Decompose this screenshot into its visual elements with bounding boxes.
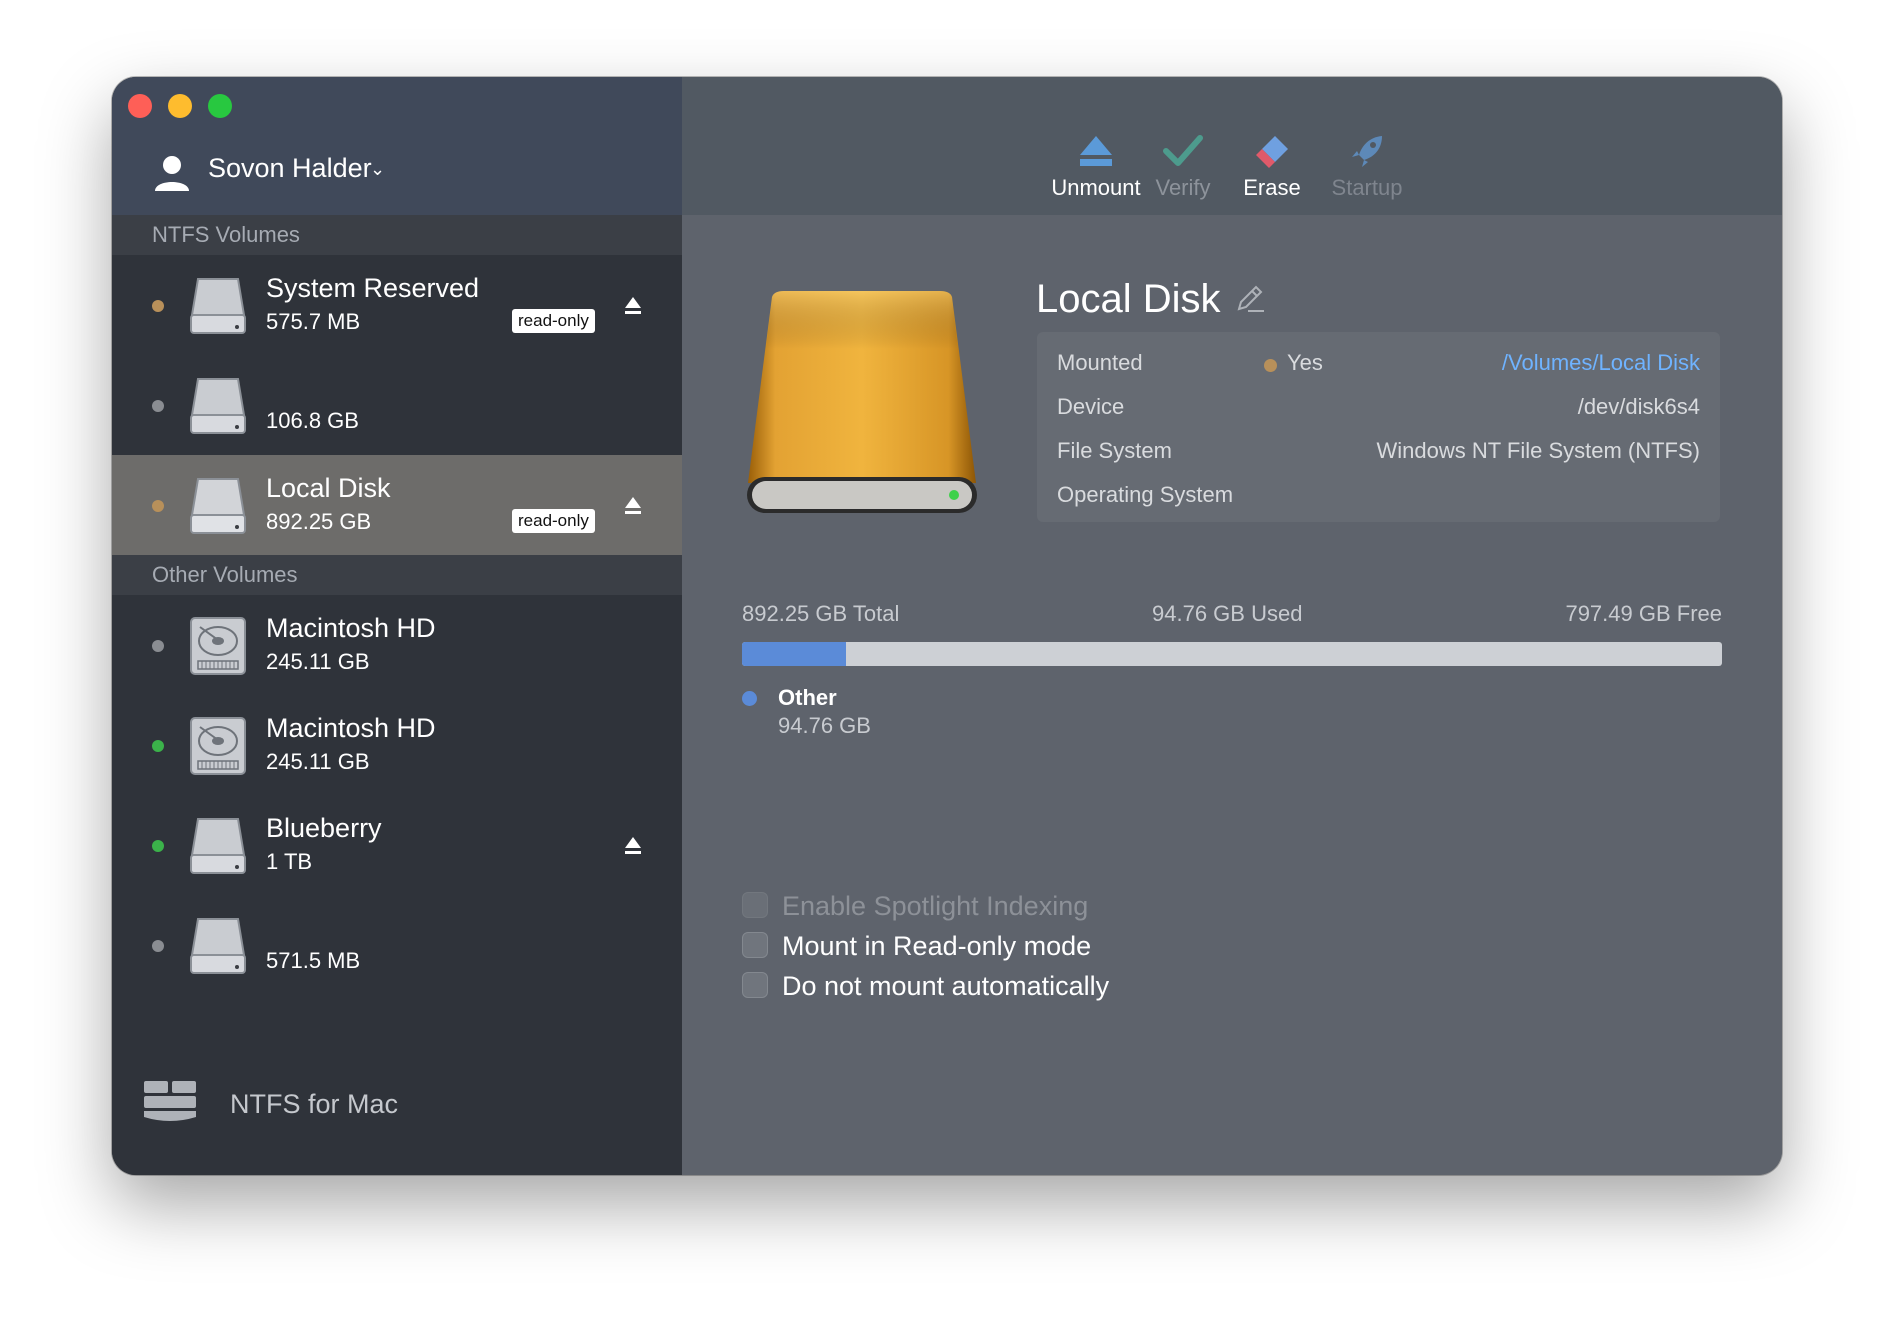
device-label: Device xyxy=(1057,394,1125,419)
app-name-label: NTFS for Mac xyxy=(230,1089,399,1119)
disk-info-panel: Mounted Yes /Volumes/Local Disk Device /… xyxy=(1037,332,1720,522)
operating-system-label: Operating System xyxy=(1057,482,1234,507)
verify-label: Verify xyxy=(1155,175,1211,200)
volume-size: 575.7 MB xyxy=(266,309,361,334)
volume-name: Blueberry xyxy=(266,813,382,843)
drive-icon xyxy=(190,278,246,334)
volume-size: 245.11 GB xyxy=(266,749,370,774)
used-size-label: 94.76 GB Used xyxy=(1152,601,1303,626)
eject-icon[interactable] xyxy=(624,295,642,317)
mount-status-dot xyxy=(152,500,164,512)
mounted-value: Yes xyxy=(1287,350,1323,375)
eject-icon[interactable] xyxy=(624,495,642,517)
minimize-window-button[interactable] xyxy=(168,94,192,118)
legend-dot xyxy=(742,691,757,706)
erase-label: Erase xyxy=(1243,175,1301,200)
usage-bar-used xyxy=(742,642,847,666)
ntfs-drives-icon xyxy=(144,1081,196,1121)
section-other-volumes: Other Volumes xyxy=(112,555,682,595)
startup-label: Startup xyxy=(1331,175,1403,200)
close-window-button[interactable] xyxy=(128,94,152,118)
volume-item-blueberry[interactable]: Blueberry 1 TB xyxy=(112,795,682,895)
read-only-label[interactable]: Mount in Read-only mode xyxy=(782,931,1091,962)
mounted-status-dot xyxy=(1264,359,1277,372)
drive-icon xyxy=(190,378,246,434)
volume-size: 1 TB xyxy=(266,849,313,874)
drive-icon xyxy=(190,918,246,974)
mount-path-link[interactable]: /Volumes/Local Disk xyxy=(1502,350,1700,376)
mount-status-dot xyxy=(152,940,164,952)
read-only-badge: read-only xyxy=(512,309,595,333)
sidebar-header: Sovon Halder ⌄ xyxy=(112,77,682,215)
eraser-icon xyxy=(1256,136,1288,168)
unmount-label: Unmount xyxy=(1051,175,1141,200)
file-system-value: Windows NT File System (NTFS) xyxy=(1376,438,1700,463)
hard-disk-icon xyxy=(190,717,246,775)
mount-status-dot xyxy=(152,840,164,852)
mount-status-dot xyxy=(152,400,164,412)
eject-icon[interactable] xyxy=(624,835,642,857)
mount-status-dot xyxy=(152,640,164,652)
no-auto-mount-label[interactable]: Do not mount automatically xyxy=(782,971,1109,1002)
hard-disk-icon xyxy=(190,617,246,675)
mounted-label: Mounted xyxy=(1057,350,1143,375)
app-window: Sovon Halder ⌄ NTFS Volumes System Reser… xyxy=(112,77,1782,1175)
drive-illustration-icon xyxy=(747,291,977,513)
sidebar: Sovon Halder ⌄ NTFS Volumes System Reser… xyxy=(112,77,682,1175)
volume-item-system-reserved[interactable]: System Reserved 575.7 MB read-only xyxy=(112,255,682,355)
spotlight-label: Enable Spotlight Indexing xyxy=(782,891,1089,921)
drive-icon xyxy=(190,478,246,534)
volume-size: 892.25 GB xyxy=(266,509,372,534)
mount-status-dot xyxy=(152,740,164,752)
unmount-button[interactable]: Unmount xyxy=(1046,133,1146,201)
volume-name: Local Disk xyxy=(266,473,391,503)
usage-bar xyxy=(742,642,1722,666)
account-menu[interactable]: Sovon Halder xyxy=(208,153,372,184)
volume-item-macintosh-hd[interactable]: Macintosh HD 245.11 GB xyxy=(112,695,682,795)
drive-icon xyxy=(190,818,246,874)
volume-size: 245.11 GB xyxy=(266,649,370,674)
section-ntfs-volumes: NTFS Volumes xyxy=(112,215,682,255)
volume-item-unnamed-1[interactable]: 106.8 GB xyxy=(112,355,682,455)
volume-name: System Reserved xyxy=(266,273,480,303)
startup-button[interactable]: Startup xyxy=(1322,133,1412,201)
volume-name: Macintosh HD xyxy=(266,613,436,643)
device-value: /dev/disk6s4 xyxy=(1577,394,1700,419)
rename-pencil-icon[interactable] xyxy=(1234,282,1266,314)
volume-name: Macintosh HD xyxy=(266,713,436,743)
zoom-window-button[interactable] xyxy=(208,94,232,118)
file-system-label: File System xyxy=(1057,438,1172,463)
mount-status-dot xyxy=(152,300,164,312)
chevron-down-icon[interactable]: ⌄ xyxy=(370,159,385,180)
read-only-checkbox[interactable] xyxy=(742,932,768,958)
legend-size: 94.76 GB xyxy=(778,713,871,738)
erase-button[interactable]: Erase xyxy=(1232,133,1312,201)
spotlight-checkbox xyxy=(742,892,768,918)
eject-icon xyxy=(1080,136,1112,166)
toolbar: Unmount Verify Erase Startup xyxy=(682,77,1782,215)
checkmark-icon xyxy=(1163,135,1203,166)
main-panel: Unmount Verify Erase Startup Local Disk … xyxy=(682,77,1782,1175)
no-auto-mount-checkbox[interactable] xyxy=(742,972,768,998)
legend-name: Other xyxy=(778,685,837,710)
disk-title: Local Disk xyxy=(1036,277,1221,321)
volume-size: 106.8 GB xyxy=(266,408,359,433)
volume-item-macintosh-hd[interactable]: Macintosh HD 245.11 GB xyxy=(112,595,682,695)
volume-item-local-disk[interactable]: Local Disk 892.25 GB read-only xyxy=(112,455,682,555)
sidebar-footer: NTFS for Mac xyxy=(112,1035,682,1175)
volume-item-unnamed-2[interactable]: 571.5 MB xyxy=(112,895,682,995)
user-icon xyxy=(155,156,189,191)
rocket-icon xyxy=(1352,136,1382,167)
verify-button[interactable]: Verify xyxy=(1148,133,1218,201)
volume-size: 571.5 MB xyxy=(266,948,361,973)
read-only-badge: read-only xyxy=(512,509,595,533)
free-size-label: 797.49 GB Free xyxy=(1565,601,1722,626)
total-size-label: 892.25 GB Total xyxy=(742,601,900,626)
